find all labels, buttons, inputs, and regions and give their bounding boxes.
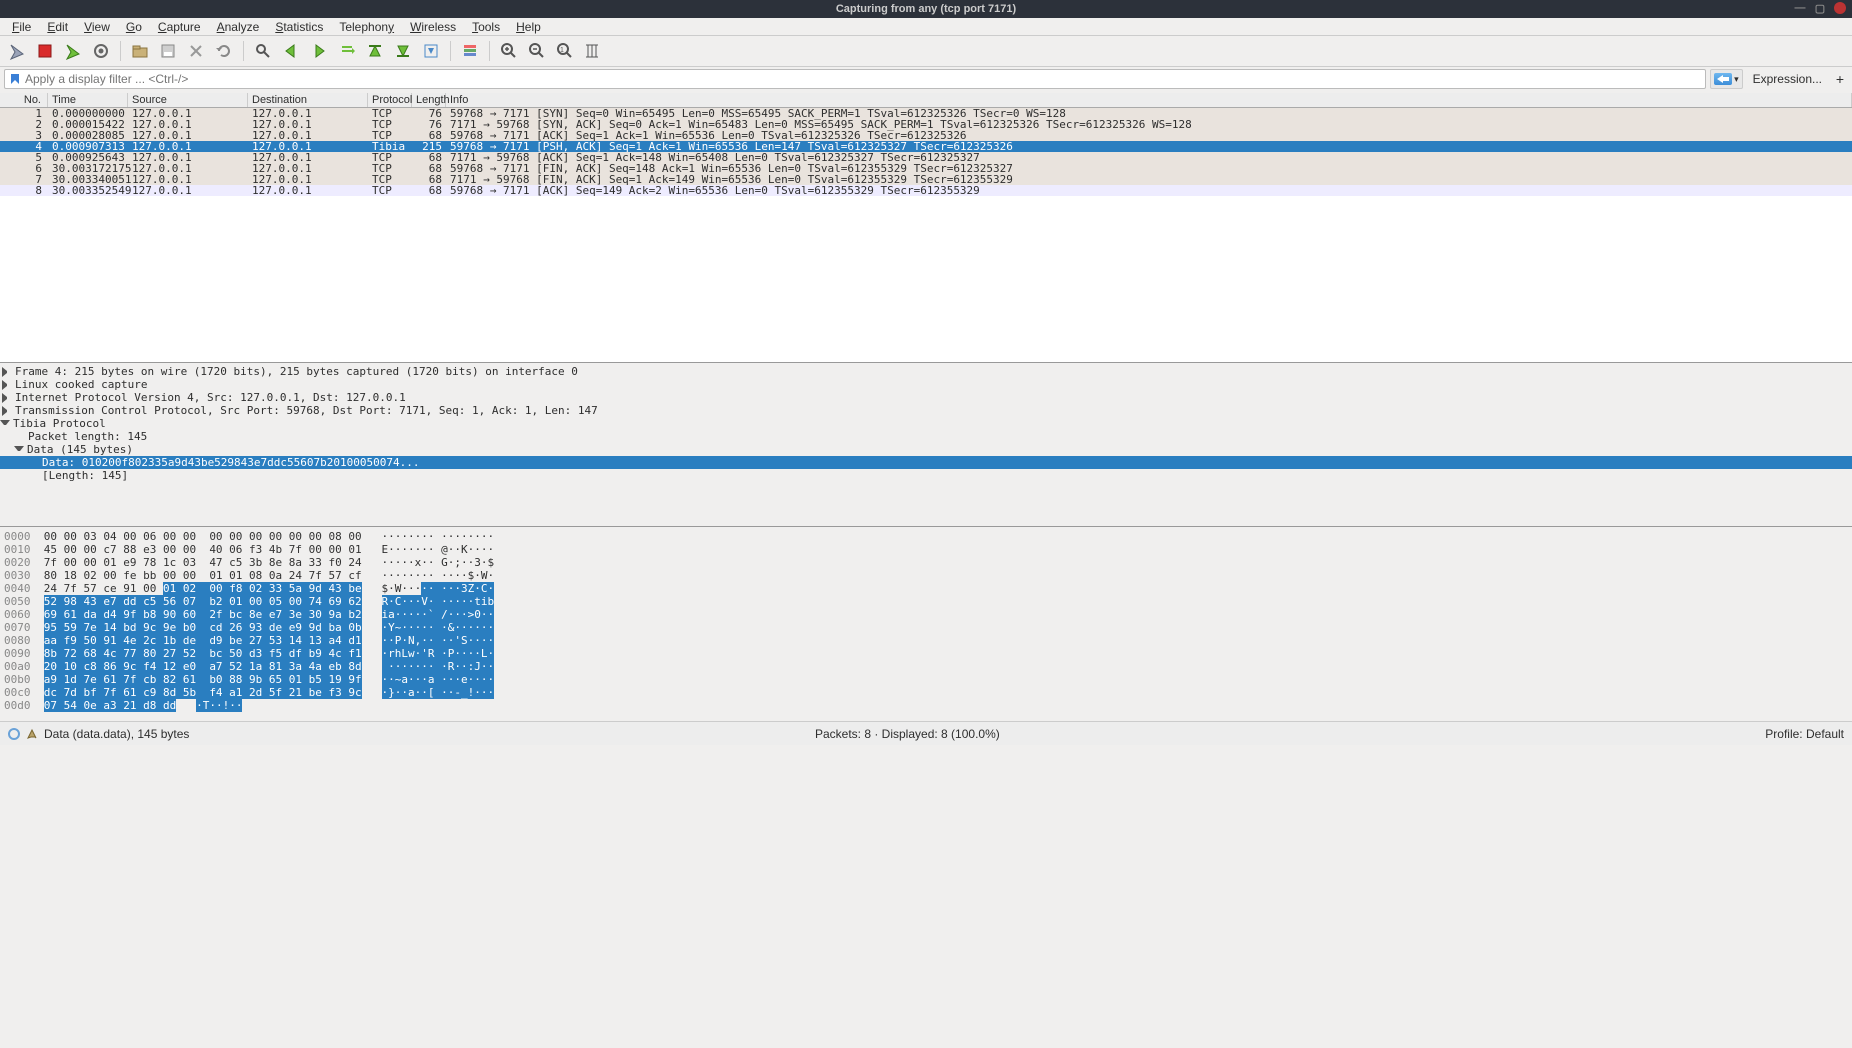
menu-help[interactable]: Help — [508, 20, 549, 34]
packet-details[interactable]: Frame 4: 215 bytes on wire (1720 bits), … — [0, 362, 1852, 526]
menu-capture[interactable]: Capture — [150, 20, 209, 34]
hex-row[interactable]: 00b0 a9 1d 7e 61 7f cb 82 61 b0 88 9b 65… — [4, 673, 1848, 686]
filter-direction-button[interactable]: ▾ — [1710, 69, 1743, 89]
detail-row[interactable]: [Length: 145] — [0, 469, 1852, 482]
menu-bar: File Edit View Go Capture Analyze Statis… — [0, 18, 1852, 36]
save-file-icon[interactable] — [157, 40, 179, 62]
hex-row[interactable]: 0030 80 18 02 00 fe bb 00 00 01 01 08 0a… — [4, 569, 1848, 582]
menu-statistics[interactable]: Statistics — [267, 20, 331, 34]
menu-analyze[interactable]: Analyze — [209, 20, 268, 34]
hex-row[interactable]: 0050 52 98 43 e7 dd c5 56 07 b2 01 00 05… — [4, 595, 1848, 608]
go-last-icon[interactable] — [392, 40, 414, 62]
zoom-in-icon[interactable] — [498, 40, 520, 62]
status-profile[interactable]: Profile: Default — [1765, 727, 1844, 741]
detail-row[interactable]: Packet length: 145 — [0, 430, 1852, 443]
detail-row[interactable]: Linux cooked capture — [0, 378, 1852, 391]
zoom-out-icon[interactable] — [526, 40, 548, 62]
hex-row[interactable]: 00a0 20 10 c8 86 9c f4 12 e0 a7 52 1a 81… — [4, 660, 1848, 673]
col-length[interactable]: Length — [412, 93, 446, 107]
col-no[interactable]: No. — [0, 93, 48, 107]
capture-options-icon[interactable] — [90, 40, 112, 62]
menu-telephony[interactable]: Telephony — [331, 20, 402, 34]
minimize-icon[interactable]: — — [1794, 2, 1806, 14]
stop-capture-icon[interactable] — [34, 40, 56, 62]
go-forward-icon[interactable] — [308, 40, 330, 62]
packet-list[interactable]: 10.000000000127.0.0.1127.0.0.1TCP7659768… — [0, 108, 1852, 362]
hex-row[interactable]: 0000 00 00 03 04 00 06 00 00 00 00 00 00… — [4, 530, 1848, 543]
stop-status-icon[interactable] — [8, 728, 20, 740]
close-icon[interactable] — [1834, 2, 1846, 14]
go-to-packet-icon[interactable] — [336, 40, 358, 62]
col-destination[interactable]: Destination — [248, 93, 368, 107]
expression-button[interactable]: Expression... — [1747, 70, 1828, 88]
col-source[interactable]: Source — [128, 93, 248, 107]
hex-view[interactable]: 0000 00 00 03 04 00 06 00 00 00 00 00 00… — [0, 526, 1852, 721]
reload-icon[interactable] — [213, 40, 235, 62]
close-file-icon[interactable] — [185, 40, 207, 62]
col-protocol[interactable]: Protocol — [368, 93, 412, 107]
detail-row[interactable]: Frame 4: 215 bytes on wire (1720 bits), … — [0, 365, 1852, 378]
find-icon[interactable] — [252, 40, 274, 62]
expert-info-icon[interactable] — [26, 728, 38, 740]
hex-row[interactable]: 0020 7f 00 00 01 e9 78 1c 03 47 c5 3b 8e… — [4, 556, 1848, 569]
detail-row[interactable]: Tibia Protocol — [0, 417, 1852, 430]
menu-view[interactable]: View — [76, 20, 118, 34]
add-filter-button[interactable]: + — [1832, 71, 1848, 87]
hex-row[interactable]: 00c0 dc 7d bf 7f 61 c9 8d 5b f4 a1 2d 5f… — [4, 686, 1848, 699]
menu-go[interactable]: Go — [118, 20, 150, 34]
menu-wireless[interactable]: Wireless — [402, 20, 464, 34]
hex-row[interactable]: 0040 24 7f 57 ce 91 00 01 02 00 f8 02 33… — [4, 582, 1848, 595]
status-packet-count: Packets: 8 · Displayed: 8 (100.0%) — [815, 727, 1000, 741]
go-first-icon[interactable] — [364, 40, 386, 62]
go-back-icon[interactable] — [280, 40, 302, 62]
detail-row[interactable]: Transmission Control Protocol, Src Port:… — [0, 404, 1852, 417]
col-info[interactable]: Info — [446, 93, 1852, 107]
maximize-icon[interactable]: ▢ — [1814, 2, 1826, 14]
filter-bar: ▾ Expression... + — [0, 67, 1852, 93]
window-title: Capturing from any (tcp port 7171) — [836, 3, 1016, 15]
display-filter-input[interactable] — [4, 69, 1706, 89]
detail-row[interactable]: Internet Protocol Version 4, Src: 127.0.… — [0, 391, 1852, 404]
menu-tools[interactable]: Tools — [464, 20, 508, 34]
hex-row[interactable]: 0010 45 00 00 c7 88 e3 00 00 40 06 f3 4b… — [4, 543, 1848, 556]
colorize-icon[interactable] — [459, 40, 481, 62]
restart-capture-icon[interactable] — [62, 40, 84, 62]
open-file-icon[interactable] — [129, 40, 151, 62]
packet-row[interactable]: 830.003352549127.0.0.1127.0.0.1TCP685976… — [0, 185, 1852, 196]
svg-text:1: 1 — [560, 47, 564, 54]
bookmark-icon[interactable] — [9, 73, 21, 85]
packet-list-header: No. Time Source Destination Protocol Len… — [0, 93, 1852, 108]
hex-row[interactable]: 0060 69 61 da d4 9f b8 90 60 2f bc 8e e7… — [4, 608, 1848, 621]
zoom-reset-icon[interactable]: 1 — [554, 40, 576, 62]
start-capture-icon[interactable] — [6, 40, 28, 62]
toolbar: 1 — [0, 36, 1852, 67]
menu-edit[interactable]: Edit — [39, 20, 76, 34]
detail-row[interactable]: Data (145 bytes) — [0, 443, 1852, 456]
status-bar: Data (data.data), 145 bytes Packets: 8 ·… — [0, 721, 1852, 745]
hex-row[interactable]: 0080 aa f9 50 91 4e 2c 1b de d9 be 27 53… — [4, 634, 1848, 647]
hex-row[interactable]: 0070 95 59 7e 14 bd 9c 9e b0 cd 26 93 de… — [4, 621, 1848, 634]
hex-row[interactable]: 0090 8b 72 68 4c 77 80 27 52 bc 50 d3 f5… — [4, 647, 1848, 660]
col-time[interactable]: Time — [48, 93, 128, 107]
menu-file[interactable]: File — [4, 20, 39, 34]
hex-row[interactable]: 00d0 07 54 0e a3 21 d8 dd ·T··!·· — [4, 699, 1848, 712]
auto-scroll-icon[interactable] — [420, 40, 442, 62]
filter-field[interactable] — [25, 72, 1701, 86]
window-title-bar: Capturing from any (tcp port 7171) — ▢ — [0, 0, 1852, 18]
status-selected-field: Data (data.data), 145 bytes — [44, 727, 189, 741]
detail-row-selected[interactable]: Data: 010200f802335a9d43be529843e7ddc556… — [0, 456, 1852, 469]
resize-columns-icon[interactable] — [582, 40, 604, 62]
